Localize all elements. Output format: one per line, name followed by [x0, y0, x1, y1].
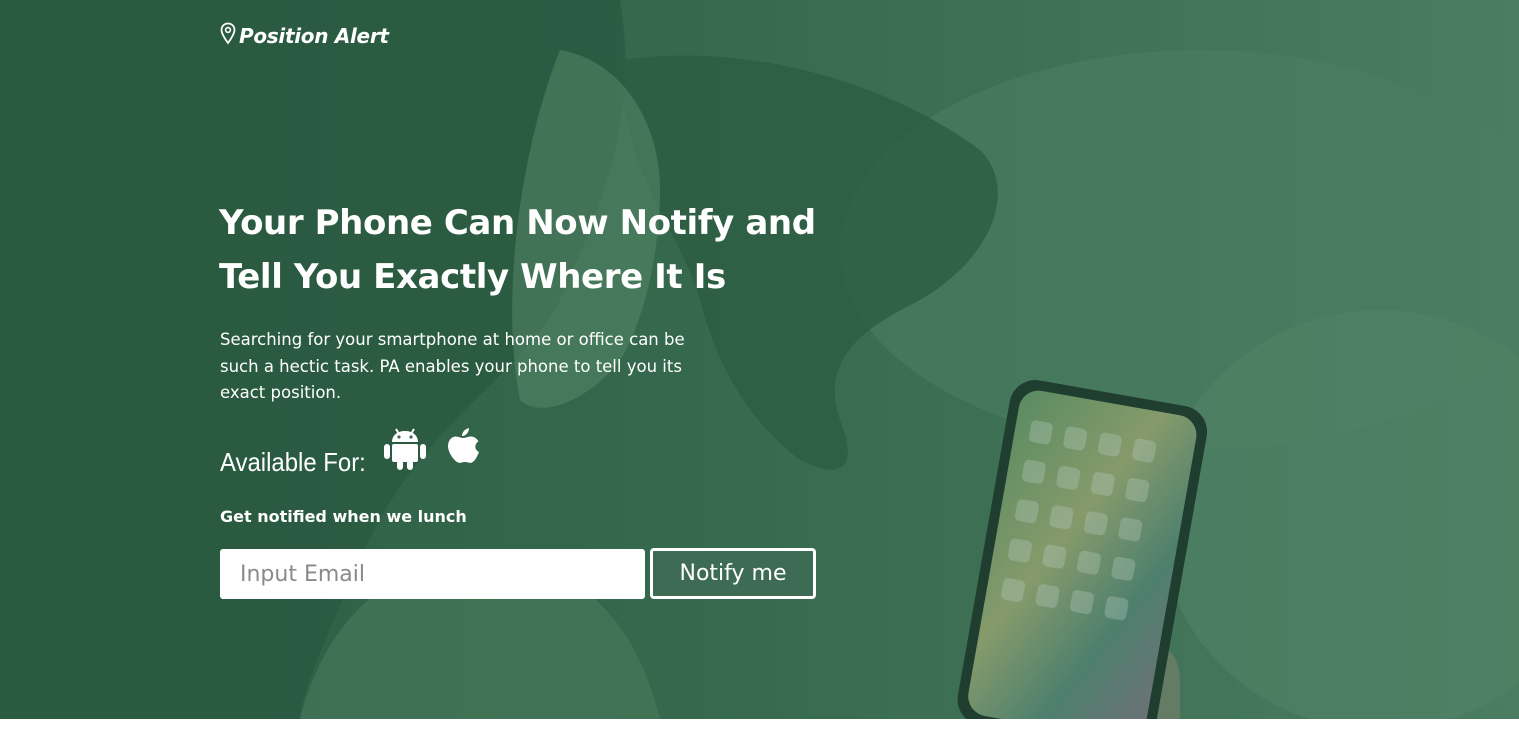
apple-icon[interactable] — [445, 428, 481, 469]
hero-section: Position Alert Your Phone Can Now Notify… — [0, 0, 1519, 719]
android-icon[interactable] — [383, 428, 427, 475]
brand-logo[interactable]: Position Alert — [220, 22, 389, 50]
location-pin-icon — [220, 22, 236, 51]
available-platforms: Available For: — [220, 428, 481, 477]
hero-description: Searching for your smartphone at home or… — [220, 330, 685, 402]
email-input[interactable] — [220, 549, 645, 599]
signup-title: Get notified when we lunch — [220, 507, 467, 526]
brand-name: Position Alert — [239, 24, 389, 48]
notify-me-button[interactable]: Notify me — [650, 548, 816, 599]
hero-headline: Your Phone Can Now Notify and Tell You E… — [219, 203, 816, 297]
available-label: Available For: — [220, 447, 366, 477]
